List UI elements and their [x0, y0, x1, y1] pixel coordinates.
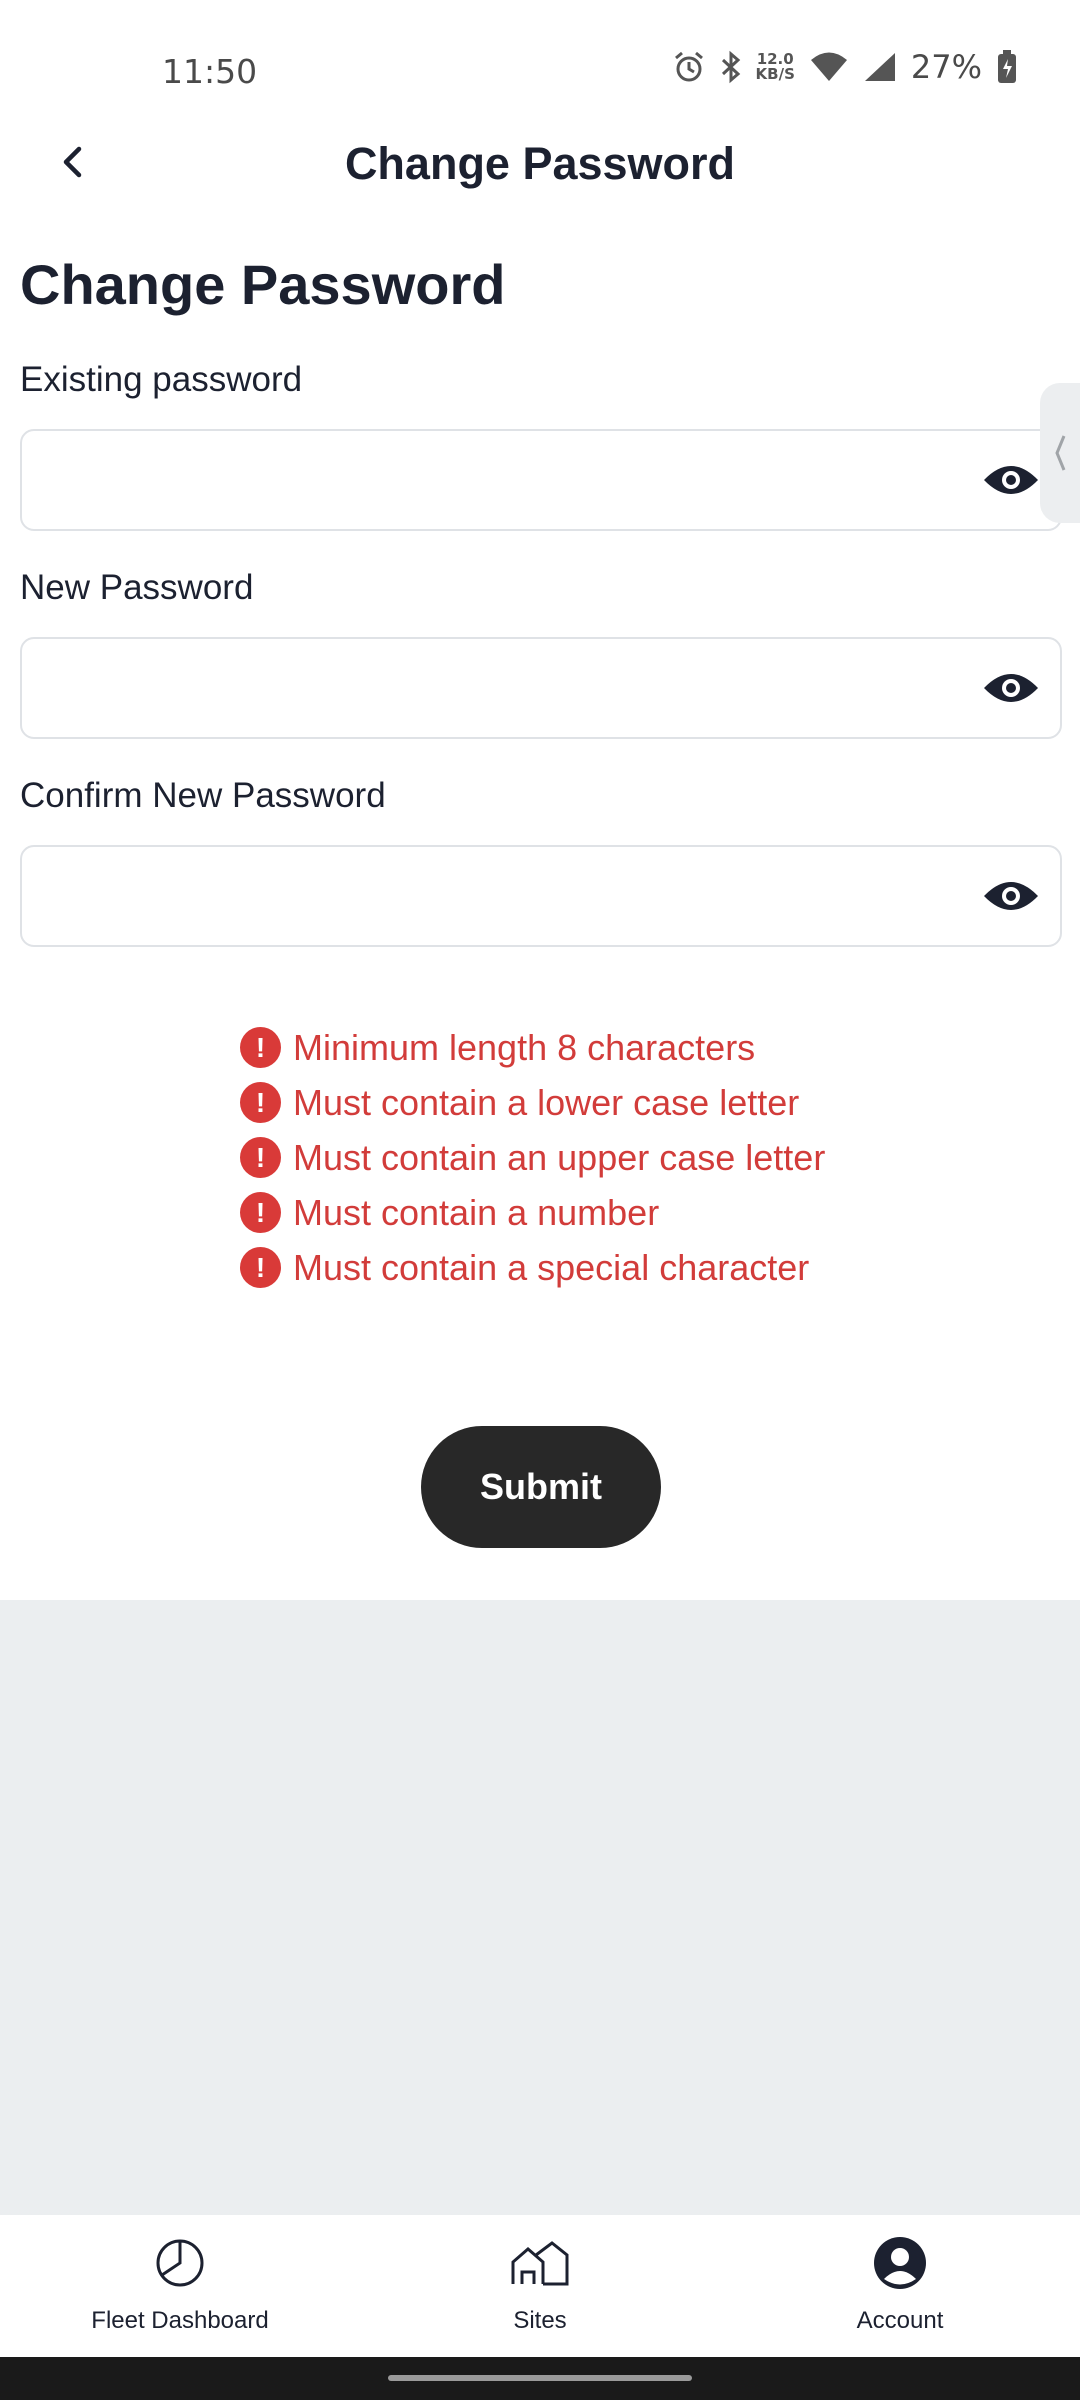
error-icon: !: [240, 1247, 281, 1288]
account-icon: [873, 2233, 927, 2293]
system-gesture-bar: [0, 2357, 1080, 2400]
alarm-icon: [672, 50, 706, 84]
confirm-password-input[interactable]: [42, 847, 962, 945]
nav-item-sites[interactable]: Sites: [360, 2215, 720, 2357]
existing-password-field: [20, 429, 1062, 531]
rule-text: Must contain an upper case letter: [293, 1136, 826, 1178]
error-icon: !: [240, 1082, 281, 1123]
home-indicator[interactable]: [388, 2375, 692, 2381]
net-speed-unit: KB/S: [755, 65, 795, 83]
password-rule: ! Must contain a lower case letter: [240, 1075, 825, 1130]
app-bar-title: Change Password: [344, 138, 736, 189]
nav-label: Fleet Dashboard: [91, 2307, 269, 2334]
bottom-nav: Fleet Dashboard Sites Account: [0, 2215, 1080, 2357]
toggle-visibility-button[interactable]: [980, 457, 1042, 503]
status-bar: 11:50 12.0 KB/S 27%: [0, 0, 1080, 110]
toggle-visibility-button[interactable]: [980, 665, 1042, 711]
status-icons: 12.0 KB/S 27%: [672, 48, 1018, 86]
eye-icon: [984, 674, 1038, 702]
status-time: 11:50: [162, 52, 258, 91]
rule-text: Must contain a lower case letter: [293, 1081, 800, 1123]
confirm-password-field: [20, 845, 1062, 947]
cell-signal-icon: [863, 51, 897, 83]
page-title: Change Password: [20, 253, 506, 316]
app-bar: Change Password: [0, 110, 1080, 220]
empty-content-area: [0, 1600, 1080, 2215]
bluetooth-icon: [720, 50, 742, 84]
password-rule: ! Minimum length 8 characters: [240, 1020, 825, 1075]
new-password-input[interactable]: [42, 639, 962, 737]
nav-label: Sites: [513, 2307, 567, 2334]
new-password-field: [20, 637, 1062, 739]
side-drawer-handle[interactable]: [1040, 383, 1080, 523]
error-icon: !: [240, 1027, 281, 1068]
password-rule: ! Must contain an upper case letter: [240, 1130, 825, 1185]
confirm-password-label: Confirm New Password: [20, 776, 386, 815]
net-speed: 12.0 KB/S: [756, 52, 795, 82]
rule-text: Must contain a number: [293, 1191, 660, 1233]
nav-item-account[interactable]: Account: [720, 2215, 1080, 2357]
new-password-label: New Password: [20, 568, 254, 607]
error-icon: !: [240, 1137, 281, 1178]
chevron-left-icon: [1055, 435, 1066, 471]
nav-item-fleet-dashboard[interactable]: Fleet Dashboard: [0, 2215, 360, 2357]
pie-chart-icon: [154, 2233, 206, 2293]
eye-icon: [984, 882, 1038, 910]
existing-password-input[interactable]: [42, 431, 962, 529]
toggle-visibility-button[interactable]: [980, 873, 1042, 919]
password-rule: ! Must contain a number: [240, 1185, 825, 1240]
eye-icon: [984, 466, 1038, 494]
houses-icon: [510, 2233, 570, 2293]
rule-text: Minimum length 8 characters: [293, 1026, 756, 1068]
rule-text: Must contain a special character: [293, 1246, 810, 1288]
battery-charging-icon: [996, 49, 1018, 85]
wifi-icon: [809, 51, 849, 83]
error-icon: !: [240, 1192, 281, 1233]
password-rules-list: ! Minimum length 8 characters ! Must con…: [240, 1020, 825, 1295]
submit-button[interactable]: Submit: [421, 1426, 661, 1548]
existing-password-label: Existing password: [20, 360, 303, 399]
password-rule: ! Must contain a special character: [240, 1240, 825, 1295]
battery-percent: 27%: [910, 48, 982, 86]
nav-label: Account: [856, 2307, 944, 2334]
